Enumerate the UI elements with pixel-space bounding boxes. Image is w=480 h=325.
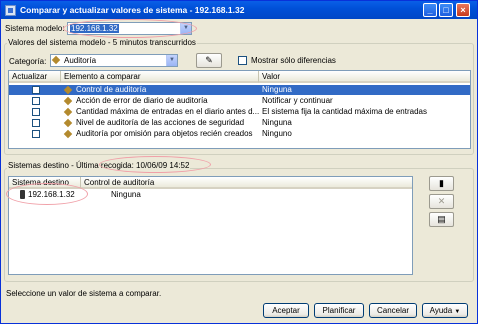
help-label: Ayuda <box>429 306 453 315</box>
category-value: Auditoría <box>64 56 97 65</box>
plan-button[interactable]: Planificar <box>314 303 364 318</box>
annotation-oval <box>63 19 197 38</box>
table-row[interactable]: Auditoría por omisión para objetos recié… <box>9 129 470 139</box>
audit-icon <box>65 86 73 94</box>
close-button[interactable]: × <box>456 3 470 17</box>
table-row[interactable]: Nivel de auditoría de las acciones de se… <box>9 118 470 128</box>
edit-button[interactable]: ✎ <box>196 53 222 68</box>
row-value: Ninguna <box>262 118 292 127</box>
update-checkbox[interactable] <box>32 119 40 127</box>
audit-icon <box>65 108 73 116</box>
chevron-down-icon[interactable]: ▼ <box>166 55 177 66</box>
server-add-icon: ▮ <box>439 178 444 188</box>
delete-icon: ✕ <box>437 196 446 206</box>
annotation-oval <box>6 183 88 205</box>
category-label: Categoría: <box>9 57 47 66</box>
row-value: El sistema fija la cantidad máxima de en… <box>262 107 427 116</box>
target-system-value: Ninguna <box>111 190 141 199</box>
add-system-button[interactable]: ▮ <box>429 176 454 191</box>
update-checkbox[interactable] <box>32 86 40 94</box>
model-system-label: Sistema modelo: <box>5 24 65 33</box>
audit-icon <box>65 97 73 105</box>
chevron-down-icon: ▼ <box>454 309 461 315</box>
values-table[interactable]: Actualizar Elemento a comparar Valor Con… <box>8 70 471 149</box>
remove-system-button[interactable]: ✕ <box>429 194 454 209</box>
column-header-audit-control[interactable]: Control de auditoría <box>81 177 412 189</box>
update-checkbox[interactable] <box>32 97 40 105</box>
row-value: Notificar y continuar <box>262 96 333 105</box>
cancel-button[interactable]: Cancelar <box>369 303 417 318</box>
minimize-button[interactable]: _ <box>423 3 437 17</box>
update-checkbox[interactable] <box>32 130 40 138</box>
audit-icon <box>65 130 73 138</box>
properties-icon: ▤ <box>437 214 446 224</box>
row-value: Ninguna <box>262 85 292 94</box>
audit-icon <box>53 56 61 64</box>
row-element: Cantidad máxima de entradas en el diario… <box>76 107 260 116</box>
properties-button[interactable]: ▤ <box>429 212 454 227</box>
column-header-element[interactable]: Elemento a comparar <box>61 71 259 83</box>
row-element: Auditoría por omisión para objetos recié… <box>76 129 253 138</box>
status-text: Seleccione un valor de sistema a compara… <box>6 289 162 298</box>
accept-button[interactable]: Aceptar <box>263 303 309 318</box>
table-row[interactable]: Cantidad máxima de entradas en el diario… <box>9 107 470 117</box>
category-select[interactable]: Auditoría ▼ <box>50 54 178 67</box>
show-diff-checkbox[interactable] <box>238 56 247 65</box>
column-header-update[interactable]: Actualizar <box>9 71 61 83</box>
dialog-window: Comparar y actualizar valores de sistema… <box>0 0 478 324</box>
pencil-icon: ✎ <box>205 55 213 65</box>
row-element: Acción de error de diario de auditoría <box>76 96 208 105</box>
row-element: Nivel de auditoría de las acciones de se… <box>76 118 245 127</box>
help-button[interactable]: Ayuda ▼ <box>422 303 468 318</box>
row-element: Control de auditoría <box>76 85 147 94</box>
window-title: Comparar y actualizar valores de sistema… <box>20 5 245 15</box>
row-value: Ninguno <box>262 129 292 138</box>
maximize-button[interactable]: □ <box>439 3 453 17</box>
title-bar[interactable]: Comparar y actualizar valores de sistema… <box>1 1 477 19</box>
show-diff-label: Mostrar sólo diferencias <box>251 56 336 65</box>
app-icon <box>5 4 16 16</box>
annotation-oval <box>99 156 211 173</box>
update-checkbox[interactable] <box>32 108 40 116</box>
audit-icon <box>65 119 73 127</box>
column-header-value[interactable]: Valor <box>259 71 470 83</box>
model-values-legend: Valores del sistema modelo - 5 minutos t… <box>7 38 197 47</box>
table-row[interactable]: Acción de error de diario de auditoría N… <box>9 96 470 106</box>
table-row[interactable]: Control de auditoría Ninguna <box>9 85 470 95</box>
